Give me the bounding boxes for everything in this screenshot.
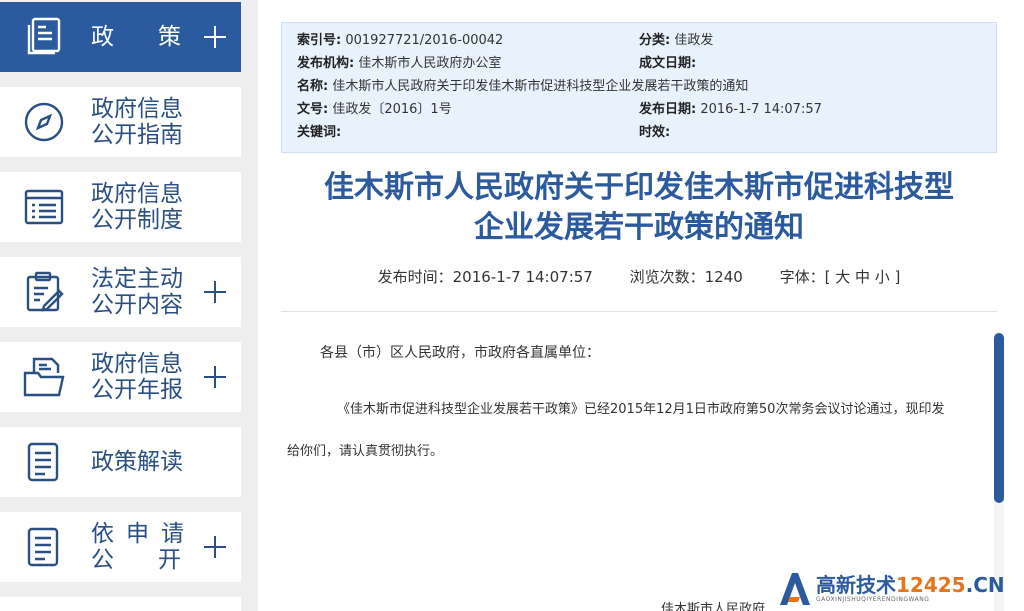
sidebar-item-statutory[interactable]: 法定主动 公开内容 [0,257,241,327]
category-value: 佳政发 [674,33,714,48]
folder-document-icon [23,357,65,397]
salutation: 各县（市）区人民政府，市政府各直属单位： [320,345,600,361]
page-title: 佳木斯市人民政府关于印发佳木斯市促进科技型 企业发展若干政策的通知 [324,170,954,245]
document-lines-icon [27,527,59,567]
paragraph: 《佳木斯市促进科技型企业发展若干政策》已经2015年12月1日市政府第50次常务… [337,402,945,417]
created-date-label: 成文日期: [639,56,697,71]
name-value: 佳木斯市人民政府关于印发佳木斯市促进科技型企业发展若干政策的通知 [332,79,749,94]
plus-icon[interactable] [204,536,226,558]
sidebar-item-system[interactable]: 政府信息 公开制度 [0,172,241,242]
doc-number-value: 佳政发〔2016〕1号 [332,102,452,117]
font-size-control[interactable]: 字体：[ 大 中 小 ] [780,268,901,286]
article-info: 发布时间：2016-1-7 14:07:57 浏览次数：1240 字体：[ 大 … [281,266,997,287]
document-lines-icon [27,442,59,482]
watermark-domain: 12425 [896,573,966,597]
watermark: 高新技术12425.CN GAOXINJISHUQIYERENDINGWANG [776,566,1024,611]
sidebar-item-label: 政府信息 公开年报 [91,351,183,403]
sidebar-item-guide[interactable]: 政府信息 公开指南 [0,87,241,157]
name-label: 名称: [297,79,329,94]
index-label: 索引号: [297,33,342,48]
sidebar-item-policy[interactable]: 政策 [0,2,241,72]
sidebar-item-label: 政府信息 公开指南 [91,96,183,148]
document-metadata: 索引号: 001927721/2016-00042 分类: 佳政发 发布机构: … [281,22,997,153]
main-content: 索引号: 001927721/2016-00042 分类: 佳政发 发布机构: … [258,0,1024,611]
plus-icon[interactable] [204,366,226,388]
paragraph: 给你们，请认真贯彻执行。 [287,444,444,459]
compass-icon [24,102,64,142]
scrollbar-thumb[interactable] [994,333,1004,503]
publish-date-value: 2016-1-7 14:07:57 [700,102,822,117]
publish-time: 发布时间：2016-1-7 14:07:57 [377,268,593,286]
publish-date-label: 发布日期: [639,102,697,117]
index-value: 001927721/2016-00042 [345,33,504,48]
publisher-value: 佳木斯市人民政府办公室 [358,56,502,71]
category-label: 分类: [639,33,671,48]
signature: 佳木斯市人民政府 [661,602,766,611]
keywords-label: 关键词: [297,125,342,140]
sidebar: 政策 政府信息 公开指南 政府信息 公开制度 法定主动 公开内容 政府信息 公开… [0,0,242,611]
plus-icon[interactable] [204,281,226,303]
sidebar-item-label: 政策解读 [91,449,183,475]
sidebar-item-request[interactable]: 依申请 公开 [0,512,241,582]
watermark-text: 高新技术 [816,573,896,597]
clipboard-edit-icon [26,271,64,312]
watermark-subtext: GAOXINJISHUQIYERENDINGWANG [816,596,930,603]
sidebar-item-label: 政府信息 公开制度 [91,181,183,233]
view-count: 浏览次数：1240 [629,268,743,286]
sidebar-item-interpretation[interactable]: 政策解读 [0,427,241,497]
plus-icon[interactable] [204,26,226,48]
list-icon [24,189,64,225]
validity-label: 时效: [639,125,671,140]
document-stack-icon [27,17,61,55]
doc-number-label: 文号: [297,102,329,117]
sidebar-item-annual-report[interactable]: 政府信息 公开年报 [0,342,241,412]
sidebar-item-label: 法定主动 公开内容 [91,266,183,318]
watermark-tld: .CN [965,573,1005,597]
sidebar-item-label: 依申请 公开 [91,521,225,573]
publisher-label: 发布机构: [297,56,355,71]
sidebar-item-partial[interactable] [0,597,241,611]
logo-icon [780,572,810,605]
sidebar-item-label: 政策 [91,24,225,50]
